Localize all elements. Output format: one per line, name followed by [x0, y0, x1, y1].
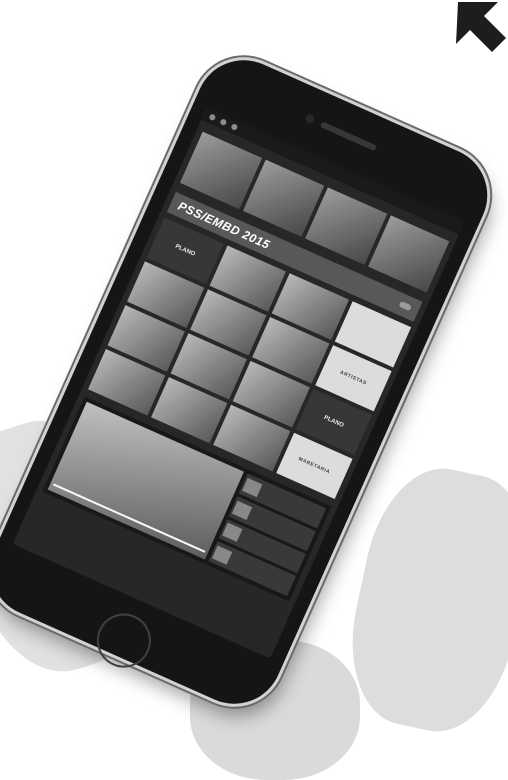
search-icon[interactable] [230, 123, 239, 132]
playlist-thumbnail [242, 477, 263, 498]
playlist-thumbnail [211, 545, 233, 565]
tile-label: PLANO [322, 414, 345, 429]
tile-label: MARETARIA [297, 456, 331, 476]
video-caption [52, 483, 206, 553]
playlist-thumbnail [232, 500, 253, 520]
playlist-thumbnail [221, 522, 243, 543]
logo-icon[interactable] [208, 113, 217, 122]
right-hand [334, 456, 508, 744]
tile-label: ARTISTAS [338, 369, 368, 387]
tile-label: PLANO [174, 243, 196, 258]
arrow-icon [456, 2, 506, 52]
banner-button[interactable] [398, 300, 412, 312]
menu-icon[interactable] [219, 118, 228, 127]
front-camera-icon [303, 112, 316, 125]
earpiece-speaker [319, 121, 378, 152]
home-button[interactable] [88, 604, 160, 677]
